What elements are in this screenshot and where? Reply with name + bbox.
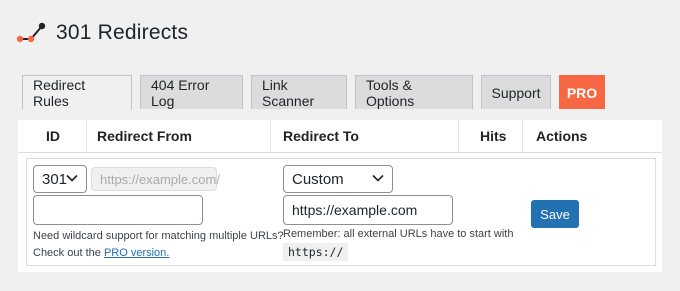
column-header-id: ID [46, 128, 60, 144]
column-divider [270, 120, 271, 152]
column-divider [522, 120, 523, 152]
redirect-code-value: 301 [42, 170, 68, 188]
tab-tools-options[interactable]: Tools & Options [355, 75, 473, 109]
column-header-redirect-to: Redirect To [283, 128, 359, 144]
pro-version-link[interactable]: PRO version. [104, 247, 169, 259]
external-url-hint: Remember: all external URLs have to star… [283, 228, 514, 240]
wildcard-hint: Need wildcard support for matching multi… [33, 230, 284, 242]
column-divider [86, 120, 87, 152]
redirect-from-prefix: https://example.com/ [91, 167, 220, 191]
tab-404-error-log[interactable]: 404 Error Log [140, 75, 243, 109]
page-header: 301 Redirects [16, 18, 188, 48]
column-header-hits: Hits [480, 128, 507, 144]
redirect-to-type-select[interactable]: Custom [283, 165, 393, 193]
pro-version-hint-text: Check out the [33, 247, 104, 259]
column-header-actions: Actions [536, 128, 588, 144]
page-title: 301 Redirects [56, 21, 189, 44]
tab-pro[interactable]: PRO [559, 75, 605, 109]
chevron-down-icon [66, 174, 78, 182]
tab-bar: Redirect Rules 404 Error Log Link Scanne… [22, 75, 613, 110]
column-header-redirect-from: Redirect From [97, 128, 192, 144]
tab-link-scanner[interactable]: Link Scanner [251, 75, 347, 109]
tab-redirect-rules[interactable]: Redirect Rules [22, 75, 132, 110]
redirect-code-select[interactable]: 301 [33, 165, 87, 193]
redirect-to-type-value: Custom [292, 170, 344, 188]
redirect-from-input[interactable] [33, 195, 203, 225]
table-header: ID Redirect From Redirect To Hits Action… [18, 120, 662, 153]
column-divider [458, 120, 459, 152]
redirect-rules-panel: ID Redirect From Redirect To Hits Action… [18, 120, 662, 272]
redirect-to-input[interactable]: https://example.com [283, 195, 453, 225]
chevron-down-icon [372, 174, 384, 182]
pro-version-hint: Check out the PRO version. [33, 247, 169, 259]
redirect-logo-icon [16, 22, 46, 43]
new-redirect-row: 301 https://example.com/ Need wildcard s… [26, 158, 656, 266]
save-button[interactable]: Save [531, 200, 579, 228]
https-code-sample: https:// [283, 243, 349, 261]
tab-support[interactable]: Support [481, 75, 551, 109]
